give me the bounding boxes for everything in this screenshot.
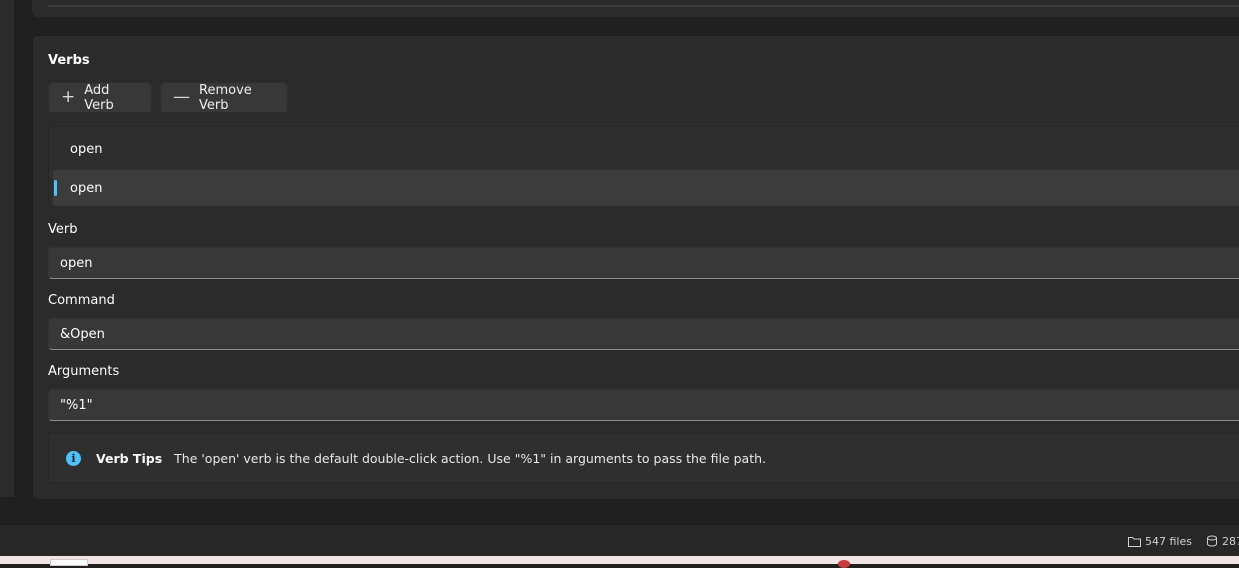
verb-tips-infobar: i Verb Tips The 'open' verb is the defau… <box>48 433 1239 483</box>
arguments-input[interactable]: "%1" <box>48 389 1239 421</box>
info-icon: i <box>66 450 81 466</box>
remove-verb-label: Remove Verb <box>199 82 252 113</box>
remove-verb-button[interactable]: — Remove Verb <box>160 82 288 113</box>
selection-indicator <box>54 180 57 196</box>
status-file-count: 547 files <box>1128 525 1192 557</box>
status-bar: 547 files 287 <box>0 524 1239 557</box>
previous-section-card <box>32 0 1239 17</box>
verb-tips-text: The 'open' verb is the default double-cl… <box>174 450 766 466</box>
left-panel-edge <box>0 0 15 497</box>
command-field-label: Command <box>48 293 115 308</box>
previous-field-edge <box>48 5 1239 7</box>
verb-list-item-selected[interactable]: open <box>53 170 1239 206</box>
status-file-count-text: 547 files <box>1145 534 1192 548</box>
taskbar-item[interactable] <box>50 559 88 566</box>
arguments-input-value: "%1" <box>60 397 93 413</box>
database-icon <box>1207 535 1217 547</box>
verbs-list: open open <box>48 126 1239 206</box>
taskbar-edge <box>0 556 1239 568</box>
verb-list-item[interactable]: open <box>53 131 1239 167</box>
verb-list-item-label: open <box>70 141 103 157</box>
verb-tips-title: Verb Tips <box>96 450 163 466</box>
plus-icon: + <box>61 87 76 107</box>
add-verb-button[interactable]: + Add Verb <box>48 82 152 113</box>
verb-input[interactable]: open <box>48 247 1239 279</box>
command-input[interactable]: &Open <box>48 318 1239 350</box>
command-input-value: &Open <box>60 326 105 342</box>
status-secondary-count-text: 287 <box>1222 534 1239 548</box>
taskbar-app-icon[interactable] <box>838 560 850 568</box>
verb-list-item-label: open <box>70 180 103 196</box>
status-secondary-count: 287 <box>1206 525 1239 557</box>
minus-icon: — <box>173 87 190 107</box>
verb-field-label: Verb <box>48 222 78 237</box>
verb-input-value: open <box>60 255 93 271</box>
arguments-field-label: Arguments <box>48 364 120 379</box>
verbs-section-title: Verbs <box>48 53 90 68</box>
folder-icon <box>1128 536 1141 547</box>
add-verb-label: Add Verb <box>84 82 114 113</box>
